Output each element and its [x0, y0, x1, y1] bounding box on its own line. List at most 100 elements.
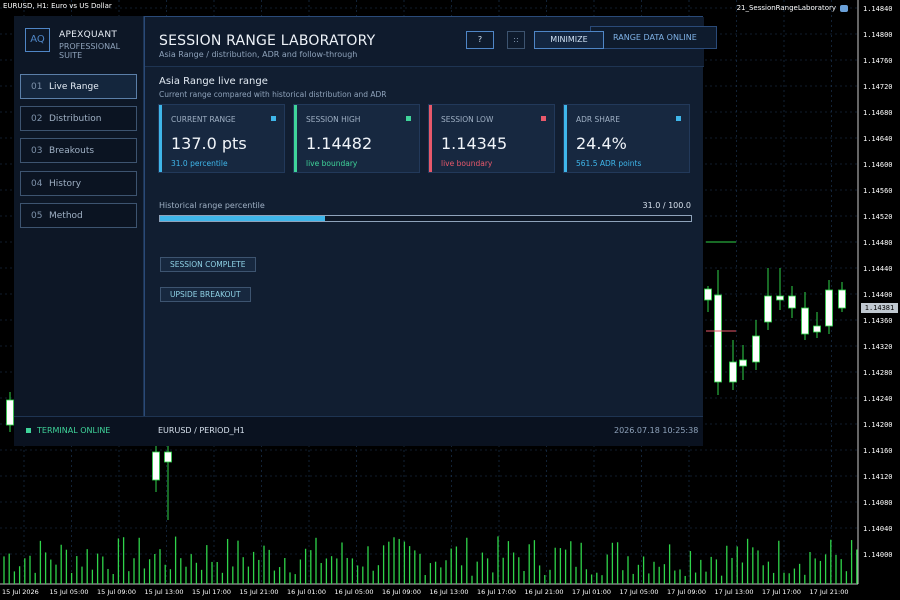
panel-subtitle: Asia Range / distribution, ADR and follo…	[159, 50, 358, 59]
minimize-button[interactable]: MINIMIZE	[534, 31, 604, 49]
nav-item-breakouts[interactable]: 03 Breakouts	[20, 138, 137, 163]
price-tick-label: 1.14320	[863, 343, 893, 351]
online-indicator-icon	[26, 428, 31, 433]
status-square-icon	[271, 116, 276, 121]
session-complete-chip: SESSION COMPLETE	[160, 257, 256, 272]
price-tick-label: 1.14720	[863, 83, 893, 91]
time-tick-label: 15 Jul 05:00	[50, 588, 89, 596]
time-tick-label: 15 Jul 13:00	[145, 588, 184, 596]
time-tick-label: 17 Jul 21:00	[810, 588, 849, 596]
nav-num: 05	[31, 210, 43, 221]
time-tick-label: 15 Jul 2026	[2, 588, 39, 596]
current-price-badge: 1.14381	[861, 303, 898, 313]
price-tick-label: 1.14160	[863, 447, 893, 455]
chart-title: EURUSD, H1: Euro vs US Dollar	[3, 2, 112, 10]
session-range-panel: AQ APEXQUANT PROFESSIONAL SUITE 01 Live R…	[14, 16, 717, 446]
price-tick-label: 1.14080	[863, 499, 893, 507]
candle-body	[813, 325, 821, 333]
sidebar: AQ APEXQUANT PROFESSIONAL SUITE 01 Live R…	[14, 16, 144, 446]
card-current-range: CURRENT RANGE 137.0 pts 31.0 percentile	[158, 104, 285, 173]
candle-body	[825, 289, 833, 327]
price-tick-label: 1.14520	[863, 213, 893, 221]
time-tick-label: 15 Jul 09:00	[97, 588, 136, 596]
price-tick-label: 1.14040	[863, 525, 893, 533]
panel-header[interactable]: SESSION RANGE LABORATORY Asia Range / di…	[145, 17, 717, 67]
card-value: 1.14482	[306, 134, 373, 153]
price-tick-label: 1.14440	[863, 265, 893, 273]
card-adr-share: ADR SHARE 24.4% 561.5 ADR points	[563, 104, 690, 173]
card-session-high: SESSION HIGH 1.14482 live boundary	[293, 104, 420, 173]
percentile-bar	[159, 215, 692, 222]
time-tick-label: 17 Jul 17:00	[762, 588, 801, 596]
card-note: live boundary	[441, 159, 493, 168]
price-tick-label: 1.14400	[863, 291, 893, 299]
percentile-label: Historical range percentile	[159, 201, 265, 210]
candle-body	[838, 289, 846, 309]
time-tick-label: 17 Jul 05:00	[620, 588, 659, 596]
data-online-tag: RANGE DATA ONLINE	[590, 26, 717, 49]
status-square-icon	[406, 116, 411, 121]
card-value: 137.0 pts	[171, 134, 247, 153]
candle-body	[776, 295, 784, 301]
panel-footer: TERMINAL ONLINE EURUSD / PERIOD_H1 2026.…	[14, 416, 703, 446]
brand-name: APEXQUANT	[59, 30, 118, 40]
card-label: SESSION LOW	[441, 115, 494, 124]
price-tick-label: 1.14480	[863, 239, 893, 247]
nav-item-live-range[interactable]: 01 Live Range	[20, 74, 137, 99]
nav-item-method[interactable]: 05 Method	[20, 203, 137, 228]
time-tick-label: 16 Jul 17:00	[477, 588, 516, 596]
timestamp: 2026.07.18 10:25:38	[614, 426, 699, 435]
price-tick-label: 1.14560	[863, 187, 893, 195]
card-label: SESSION HIGH	[306, 115, 361, 124]
candle-body	[152, 451, 160, 481]
candle-body	[752, 335, 760, 363]
nav-label: History	[49, 178, 82, 189]
nav-label: Live Range	[49, 81, 99, 92]
status-square-icon	[676, 116, 681, 121]
price-tick-label: 1.14680	[863, 109, 893, 117]
card-label: ADR SHARE	[576, 115, 620, 124]
section-subtitle: Current range compared with historical d…	[159, 90, 387, 99]
card-label: CURRENT RANGE	[171, 115, 236, 124]
price-tick-label: 1.14640	[863, 135, 893, 143]
time-tick-label: 17 Jul 01:00	[572, 588, 611, 596]
logo-icon: AQ	[25, 28, 50, 52]
price-tick-label: 1.14200	[863, 421, 893, 429]
brand-subtitle: PROFESSIONAL SUITE	[59, 42, 121, 60]
drag-handle[interactable]: ::	[507, 31, 525, 49]
card-value: 24.4%	[576, 134, 627, 153]
card-note: live boundary	[306, 159, 358, 168]
price-tick-label: 1.14800	[863, 31, 893, 39]
time-tick-label: 16 Jul 13:00	[430, 588, 469, 596]
nav-label: Distribution	[49, 113, 102, 124]
price-tick-label: 1.14600	[863, 161, 893, 169]
time-tick-label: 16 Jul 09:00	[382, 588, 421, 596]
price-tick-label: 1.14360	[863, 317, 893, 325]
symbol-period: EURUSD / PERIOD_H1	[158, 426, 245, 435]
status-square-icon	[541, 116, 546, 121]
time-tick-label: 15 Jul 17:00	[192, 588, 231, 596]
candle-body	[764, 295, 772, 323]
nav-item-distribution[interactable]: 02 Distribution	[20, 106, 137, 131]
nav-num: 04	[31, 178, 43, 189]
main-content: SESSION RANGE LABORATORY Asia Range / di…	[144, 16, 717, 416]
price-tick-label: 1.14840	[863, 5, 893, 13]
terminal-status: TERMINAL ONLINE	[37, 426, 111, 435]
ea-hat-icon	[840, 4, 848, 12]
time-tick-label: 15 Jul 21:00	[240, 588, 279, 596]
panel-title: SESSION RANGE LABORATORY	[159, 33, 376, 49]
candle-body	[729, 361, 737, 383]
percentile-value: 31.0 / 100.0	[642, 201, 692, 210]
upside-breakout-chip: UPSIDE BREAKOUT	[160, 287, 251, 302]
time-tick-label: 16 Jul 21:00	[525, 588, 564, 596]
candle-body	[6, 399, 14, 426]
nav-num: 01	[31, 81, 43, 92]
help-button[interactable]: ?	[466, 31, 494, 49]
time-tick-label: 16 Jul 05:00	[335, 588, 374, 596]
nav-item-history[interactable]: 04 History	[20, 171, 137, 196]
candle-body	[788, 295, 796, 309]
candle-body	[801, 307, 809, 335]
candle-body	[164, 451, 172, 463]
card-value: 1.14345	[441, 134, 508, 153]
expert-advisor-label: 21_SessionRangeLaboratory	[737, 4, 848, 12]
